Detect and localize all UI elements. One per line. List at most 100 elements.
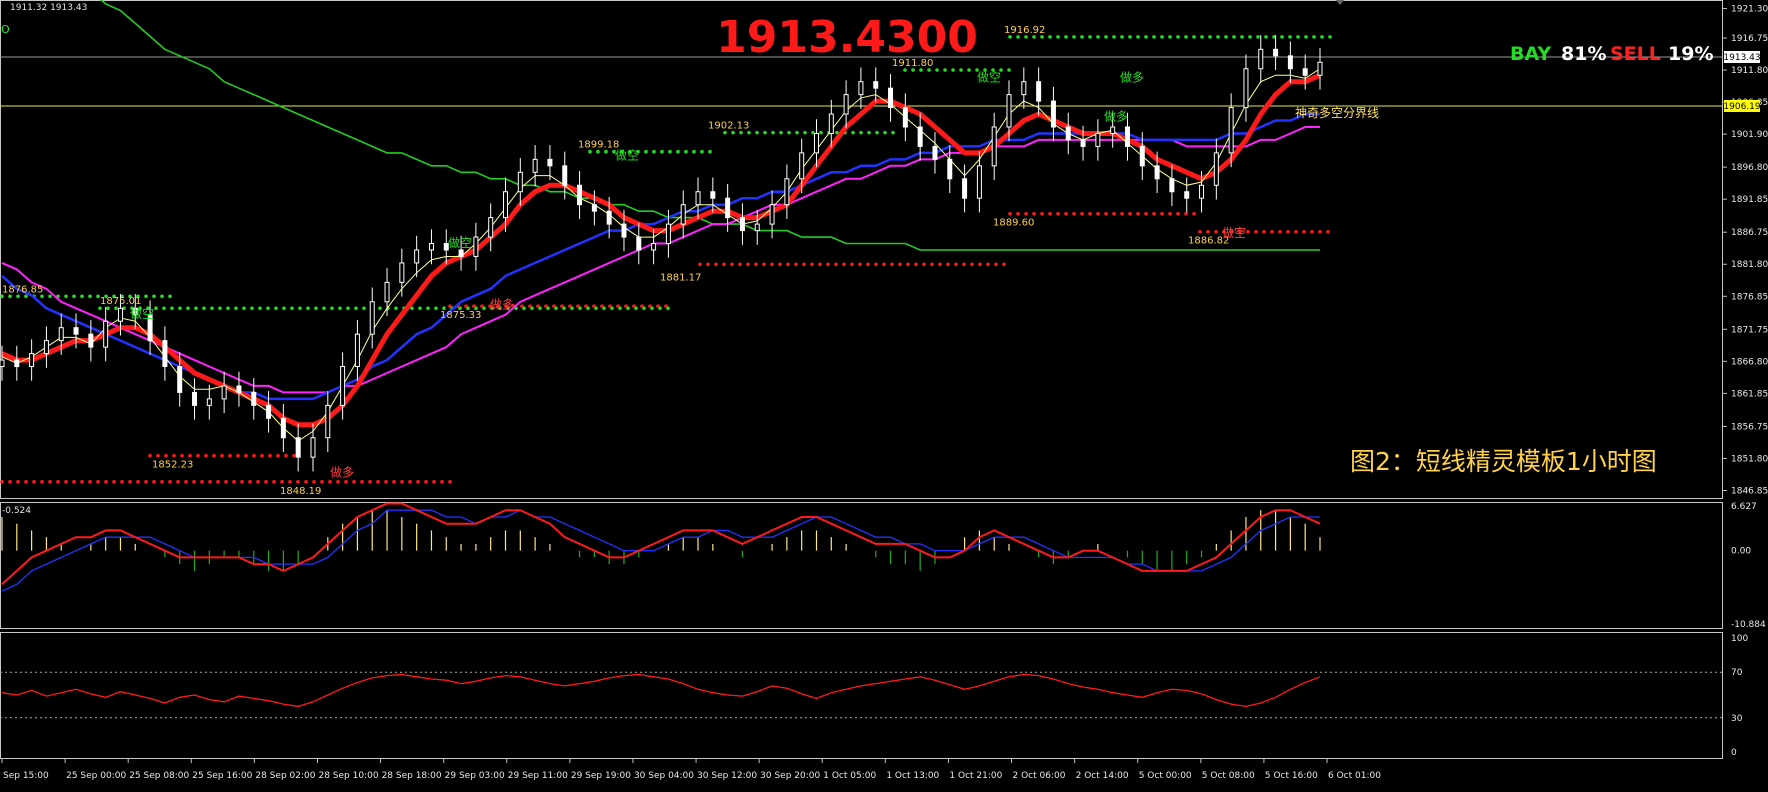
- bear-candle: [1065, 126, 1071, 141]
- time-tick-label: 28 Sep 10:00: [318, 771, 378, 781]
- support-dot: [664, 304, 668, 308]
- bear-candle: [1287, 55, 1293, 70]
- support-dot: [978, 262, 982, 267]
- resistance-dot: [1232, 35, 1236, 39]
- resistance-dot: [1056, 35, 1060, 39]
- oscillator-tick-label: 30: [1731, 714, 1743, 724]
- time-tick-label: 30 Sep 04:00: [634, 771, 694, 781]
- resistance-dot: [170, 306, 174, 310]
- support-dot: [592, 304, 596, 308]
- bear-candle: [947, 158, 953, 180]
- support-dot: [448, 304, 452, 308]
- bull-candle: [428, 243, 434, 251]
- bull-candle: [1243, 68, 1249, 109]
- bull-candle: [103, 320, 109, 348]
- price-panel-frame: [0, 0, 1723, 499]
- signal-annotation: 做空: [130, 306, 154, 321]
- support-dot: [416, 480, 420, 484]
- support-dot: [906, 262, 910, 267]
- resistance-dot: [1264, 35, 1268, 39]
- support-dot: [160, 480, 164, 484]
- signal-annotation: 做空: [977, 70, 1001, 85]
- bull-candle: [369, 301, 375, 335]
- support-dot: [8, 480, 12, 484]
- support-dot: [256, 480, 260, 484]
- ohlc-readout: 1911.32 1913.43: [10, 3, 87, 13]
- support-dot: [152, 480, 156, 484]
- signal-annotation: 做空: [448, 235, 472, 250]
- price-axis: 1921.301916.751911.801906.851901.901896.…: [1722, 5, 1768, 496]
- resistance-dot: [1168, 35, 1172, 39]
- support-dot: [292, 453, 296, 458]
- resistance-dot: [1208, 35, 1212, 39]
- bull-candle: [43, 340, 49, 355]
- bear-candle: [917, 126, 923, 147]
- signal-annotation: 做空: [1222, 225, 1246, 240]
- support-dot: [120, 480, 124, 484]
- price-tick-label: 1856.75: [1731, 422, 1768, 432]
- support-dot: [802, 262, 806, 267]
- resistance-dot: [779, 130, 783, 135]
- support-dot: [176, 480, 180, 484]
- resistance-dot: [1120, 35, 1124, 39]
- support-dot: [472, 304, 476, 308]
- bull-candle: [1317, 61, 1323, 76]
- support-dot: [1286, 229, 1290, 234]
- support-dot: [188, 453, 192, 458]
- time-tick-label: 25 Sep 08:00: [129, 771, 189, 781]
- support-dot: [1064, 211, 1068, 216]
- resistance-dot: [1104, 35, 1108, 39]
- price-annotation: 1889.60: [993, 218, 1034, 229]
- support-dot: [260, 453, 264, 458]
- support-dot: [148, 453, 152, 458]
- support-dot: [738, 262, 742, 267]
- trading-chart[interactable]: 1921.301916.751911.801906.851901.901896.…: [0, 0, 1768, 792]
- support-dot: [296, 480, 300, 484]
- resistance-dot: [1112, 35, 1116, 39]
- support-dot: [1254, 229, 1258, 234]
- support-dot: [0, 480, 4, 484]
- scroll-arrow-icon[interactable]: [1336, 0, 1344, 5]
- resistance-dot: [959, 68, 963, 72]
- resistance-dot: [859, 130, 863, 135]
- support-dot: [480, 304, 484, 308]
- oscillator-tick-label: 70: [1731, 668, 1743, 678]
- support-dot: [1104, 211, 1108, 216]
- bull-candle: [843, 94, 849, 115]
- price-annotation: 1899.18: [578, 140, 619, 151]
- bear-candle: [1050, 100, 1056, 128]
- resistance-dot: [684, 149, 688, 154]
- price-annotation: 1852.23: [152, 460, 193, 471]
- support-dot: [706, 262, 710, 267]
- support-dot: [424, 480, 428, 484]
- resistance-dot: [1248, 35, 1252, 39]
- bear-candle: [192, 391, 198, 406]
- support-dot: [232, 480, 236, 484]
- support-dot: [698, 262, 702, 267]
- macd-header: -0.524: [2, 506, 31, 516]
- support-dot: [168, 480, 172, 484]
- support-dot: [360, 480, 364, 484]
- bear-candle: [1302, 68, 1308, 76]
- price-annotation: 1916.92: [1004, 25, 1045, 36]
- resistance-dot: [338, 306, 342, 310]
- resistance-dot: [803, 130, 807, 135]
- price-tick-label: 1866.80: [1731, 357, 1768, 367]
- price-tick-label: 1851.80: [1731, 454, 1768, 464]
- resistance-dot: [362, 306, 366, 310]
- support-dot: [858, 262, 862, 267]
- support-dot: [312, 480, 316, 484]
- support-dot: [156, 453, 160, 458]
- resistance-dot: [795, 130, 799, 135]
- bear-candle: [1184, 191, 1190, 199]
- bull-candle: [828, 113, 834, 134]
- resistance-dot: [162, 306, 166, 310]
- resistance-dot: [935, 68, 939, 72]
- support-dot: [1072, 211, 1076, 216]
- signal-annotation: 做空: [615, 147, 639, 162]
- resistance-dot: [1144, 35, 1148, 39]
- bull-candle: [1021, 81, 1027, 96]
- bull-candle: [414, 249, 420, 264]
- support-dot: [180, 453, 184, 458]
- bull-candle: [58, 327, 64, 342]
